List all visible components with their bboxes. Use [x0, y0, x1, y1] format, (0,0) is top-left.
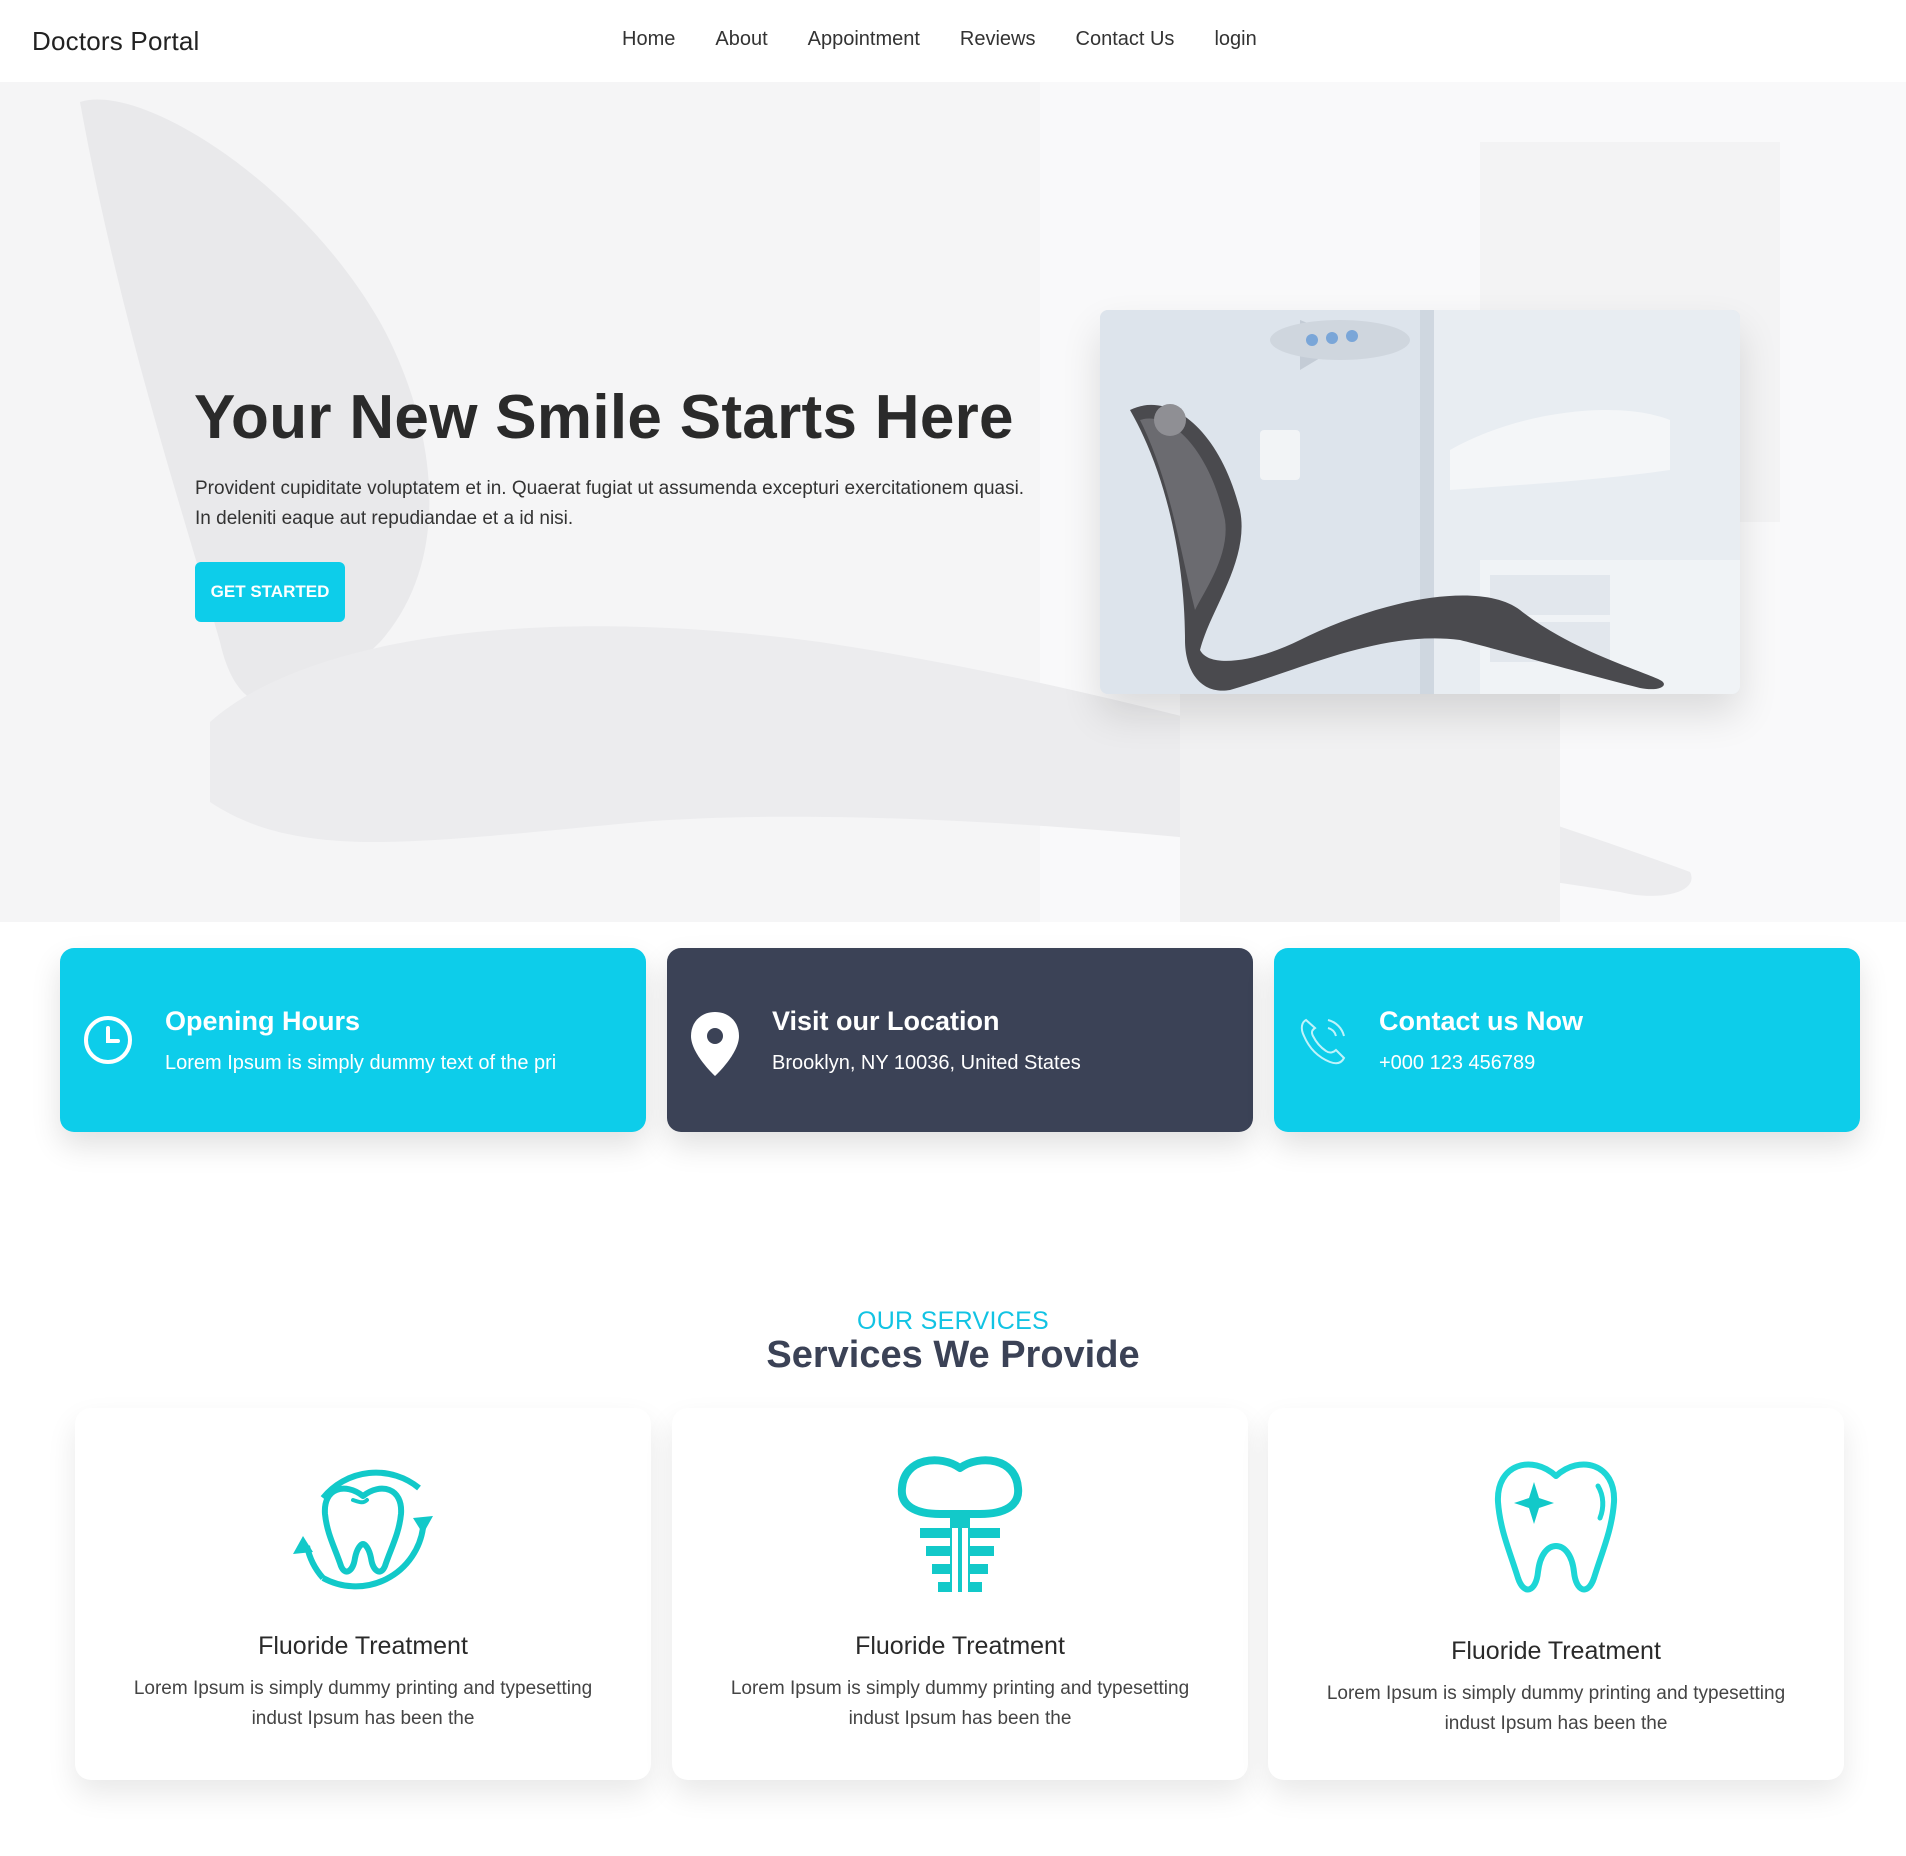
info-card-title: Opening Hours	[165, 1006, 360, 1036]
info-card-title: Contact us Now	[1379, 1006, 1584, 1036]
location-pin-icon	[691, 1012, 739, 1076]
info-card-contact: Contact us Now +000 123 456789	[1274, 948, 1860, 1132]
nav-login[interactable]: login	[1214, 28, 1256, 51]
hero-section: Your New Smile Starts Here Provident cup…	[0, 82, 1906, 922]
nav-contact-us[interactable]: Contact Us	[1076, 28, 1175, 51]
get-started-button[interactable]: GET STARTED	[195, 562, 345, 622]
navbar: Doctors Portal Home About Appointment Re…	[0, 0, 1906, 82]
services-heading: Services We Provide	[766, 1334, 1140, 1376]
brand-logo[interactable]: Doctors Portal	[32, 26, 200, 57]
service-title: Fluoride Treatment	[1451, 1637, 1661, 1665]
nav-appointment[interactable]: Appointment	[808, 28, 920, 51]
info-card-opening-hours: Opening Hours Lorem Ipsum is simply dumm…	[60, 948, 646, 1132]
info-card-subtitle: +000 123 456789	[1379, 1052, 1536, 1074]
service-description: Lorem Ipsum is simply dummy printing and…	[133, 1678, 593, 1729]
info-card-subtitle: Brooklyn, NY 10036, United States	[772, 1052, 1081, 1074]
phone-icon	[1300, 1018, 1346, 1065]
nav-reviews[interactable]: Reviews	[960, 28, 1036, 51]
service-title: Fluoride Treatment	[855, 1632, 1065, 1660]
hero-image-dental-chair	[1100, 310, 1740, 694]
service-description: Lorem Ipsum is simply dummy printing and…	[1326, 1683, 1786, 1734]
info-card-title: Visit our Location	[772, 1006, 1000, 1036]
tooth-cycle-icon	[293, 1469, 433, 1590]
service-description: Lorem Ipsum is simply dummy printing and…	[730, 1678, 1190, 1729]
hero-title: Your New Smile Starts Here	[194, 383, 1014, 452]
clock-icon	[84, 1016, 132, 1064]
service-card[interactable]: Fluoride Treatment Lorem Ipsum is simply…	[1268, 1408, 1844, 1780]
info-card-subtitle: Lorem Ipsum is simply dummy text of the …	[165, 1052, 557, 1074]
hero-description: Provident cupiditate voluptatem et in. Q…	[195, 478, 1025, 529]
info-card-location: Visit our Location Brooklyn, NY 10036, U…	[667, 948, 1253, 1132]
service-card[interactable]: Fluoride Treatment Lorem Ipsum is simply…	[75, 1408, 651, 1780]
nav-about[interactable]: About	[715, 28, 767, 51]
nav-home[interactable]: Home	[622, 28, 675, 51]
services-kicker: OUR SERVICES	[856, 1307, 1050, 1335]
main-nav: Home About Appointment Reviews Contact U…	[622, 28, 1257, 51]
service-title: Fluoride Treatment	[258, 1632, 468, 1660]
service-card[interactable]: Fluoride Treatment Lorem Ipsum is simply…	[672, 1408, 1248, 1780]
tooth-sparkle-icon	[1494, 1461, 1618, 1593]
dental-implant-icon	[897, 1456, 1023, 1592]
